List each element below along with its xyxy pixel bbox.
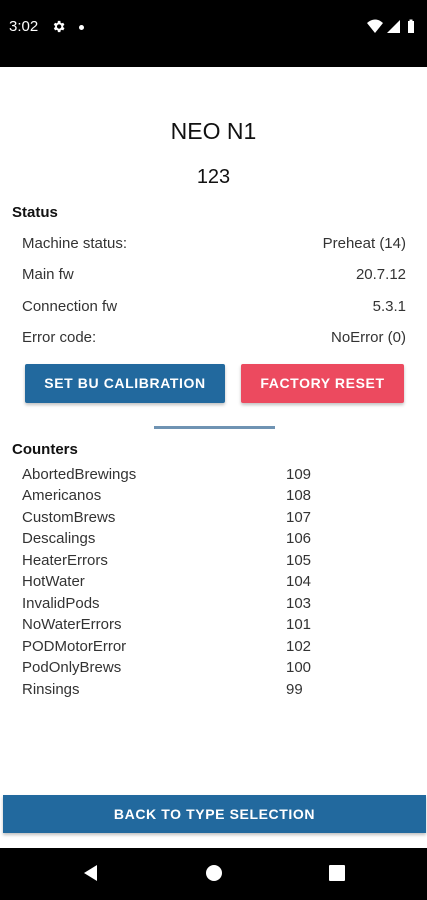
counter-value: 103	[286, 595, 312, 612]
counter-row: HeaterErrors 105	[22, 552, 322, 573]
back-to-type-selection-button[interactable]: BACK TO TYPE SELECTION	[3, 795, 426, 833]
status-row: Machine status: Preheat (14)	[22, 235, 406, 257]
counter-value: 99	[286, 681, 303, 698]
set-bu-calibration-button[interactable]: SET BU CALIBRATION	[25, 364, 225, 403]
counter-row: PodOnlyBrews 100	[22, 659, 322, 680]
status-value: 20.7.12	[355, 266, 406, 283]
status-value: 5.3.1	[372, 298, 406, 315]
counter-value: 108	[286, 487, 312, 504]
status-label: Error code:	[22, 329, 97, 346]
divider	[154, 426, 275, 429]
counter-label: Rinsings	[22, 681, 80, 698]
gear-icon	[51, 19, 66, 39]
system-icons	[367, 18, 417, 39]
status-row: Main fw 20.7.12	[22, 266, 406, 288]
counter-label: HeaterErrors	[22, 552, 108, 569]
back-icon[interactable]	[82, 864, 100, 887]
counter-label: CustomBrews	[22, 509, 116, 526]
counter-label: Descalings	[22, 530, 96, 547]
counter-label: AbortedBrewings	[22, 466, 137, 483]
home-icon[interactable]	[205, 864, 223, 887]
counter-row: Americanos 108	[22, 487, 322, 508]
counter-row: PODMotorError 102	[22, 638, 322, 659]
status-label: Main fw	[22, 266, 74, 283]
counter-row: Rinsings 99	[22, 681, 322, 702]
counter-row: CustomBrews 107	[22, 509, 322, 530]
counter-label: Americanos	[22, 487, 102, 504]
factory-reset-button[interactable]: FACTORY RESET	[241, 364, 404, 403]
counter-row: InvalidPods 103	[22, 595, 322, 616]
machine-serial: 123	[196, 166, 231, 188]
counter-value: 100	[286, 659, 312, 676]
counter-label: PodOnlyBrews	[22, 659, 122, 676]
counter-label: PODMotorError	[22, 638, 127, 655]
counter-label: InvalidPods	[22, 595, 100, 612]
battery-icon	[408, 19, 414, 33]
status-label: Connection fw	[22, 298, 118, 315]
counter-value: 102	[286, 638, 312, 655]
counter-value: 109	[286, 466, 312, 483]
counter-row: NoWaterErrors 101	[22, 616, 322, 637]
counter-label: HotWater	[22, 573, 85, 590]
status-value: NoError (0)	[330, 329, 406, 346]
counter-value: 101	[286, 616, 312, 633]
counter-value: 105	[286, 552, 312, 569]
machine-title: NEO N1	[170, 118, 257, 144]
clock: 3:02	[9, 18, 39, 35]
counter-row: AbortedBrewings 109	[22, 466, 322, 487]
counter-label: NoWaterErrors	[22, 616, 122, 633]
status-bar: 3:02	[0, 0, 427, 67]
signal-icon	[387, 20, 400, 33]
counter-value: 107	[286, 509, 312, 526]
status-section-title: Status	[12, 204, 58, 221]
status-label: Machine status:	[22, 235, 128, 252]
navigation-bar	[0, 848, 427, 900]
counter-value: 104	[286, 573, 312, 590]
counter-row: Descalings 106	[22, 530, 322, 551]
counter-value: 106	[286, 530, 312, 547]
status-row: Error code: NoError (0)	[22, 329, 406, 351]
wifi-icon	[367, 19, 383, 33]
status-row: Connection fw 5.3.1	[22, 298, 406, 320]
notification-dot-icon	[79, 25, 84, 30]
counter-row: HotWater 104	[22, 573, 322, 594]
recents-icon[interactable]	[328, 864, 346, 887]
status-value: Preheat (14)	[322, 235, 406, 252]
counters-section-title: Counters	[12, 441, 78, 458]
